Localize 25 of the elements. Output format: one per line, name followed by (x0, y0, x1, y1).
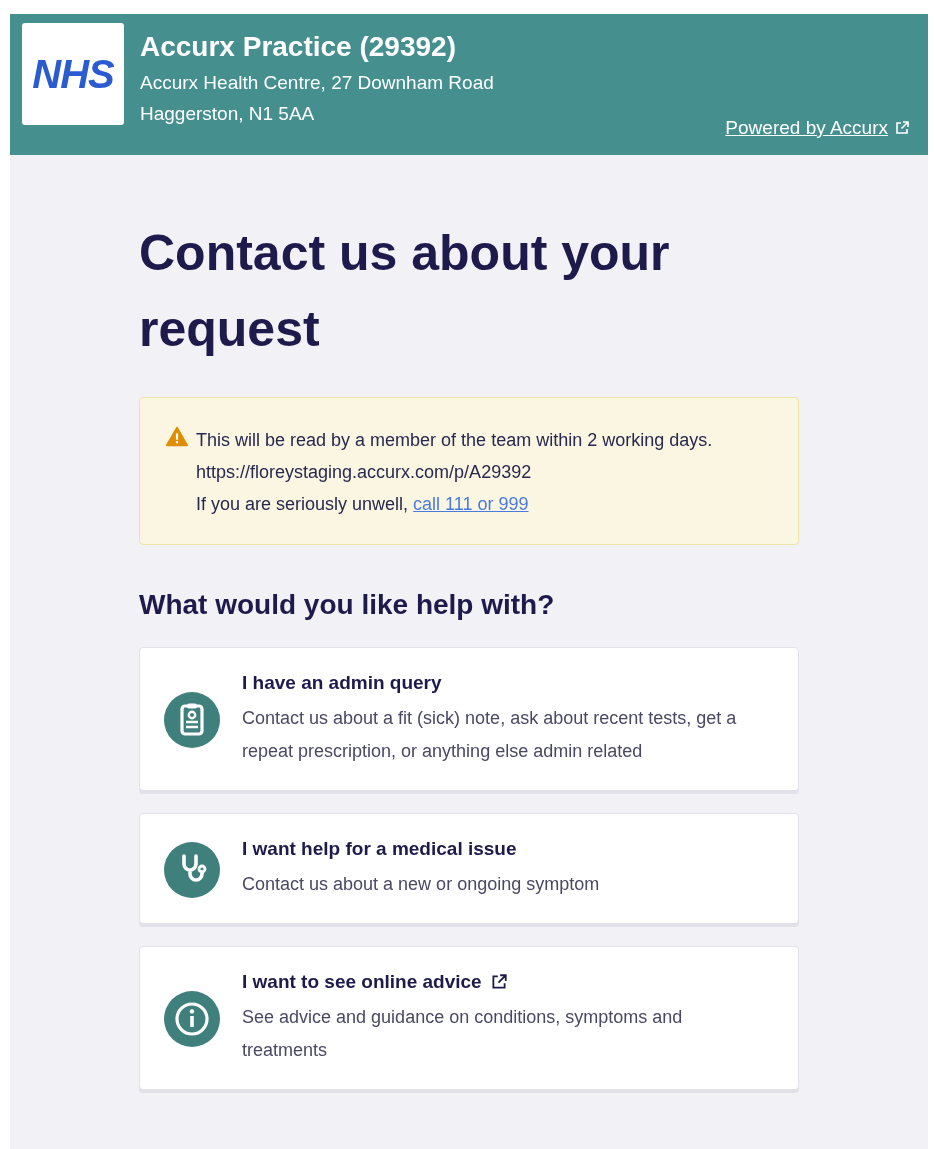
option-card[interactable]: I have an admin query Contact us about a fit (sick) note, ask about recent tests, get a repeat prescription, or anything else admin related (139, 647, 799, 791)
address-line: Accurx Health Centre, 27 Downham Road (140, 72, 495, 94)
alert-message: If you are seriously unwell, call 111 or 999 (196, 493, 530, 516)
info-icon (164, 991, 220, 1047)
external-link-icon (894, 120, 910, 136)
stethoscope-icon (164, 841, 220, 898)
section-heading: What would you like help with? (139, 589, 556, 621)
warning-icon (166, 426, 188, 448)
option-card[interactable]: I want to see online advice See advice and guidance on conditions, symptoms and treatments (139, 946, 799, 1090)
option-card[interactable]: I want help for a medical issue Contact us about a new or ongoing symptom (139, 813, 799, 924)
address-line: Haggerston, N1 5AA (140, 103, 316, 125)
clipboard-icon (164, 692, 220, 748)
option-description: Contact us about a fit (sick) note, ask about recent tests, get a repeat prescription, or anything else admin related (242, 707, 738, 763)
option-title: I want to see online advice (242, 971, 482, 993)
external-link-icon (489, 973, 508, 991)
call-link[interactable]: call 111 or 999 (413, 494, 529, 514)
option-title: I want help for a medical issue (242, 838, 517, 860)
nhs-logo: NHS (22, 23, 124, 125)
alert-message: This will be read by a member of the team within 2 working days. https://floreystaging.accurx.com/p/A29392 (196, 429, 714, 484)
practice-name: Accurx Practice (29392) (140, 31, 457, 63)
option-title: I have an admin query (242, 672, 442, 694)
page-title: Contact us about your request (139, 224, 671, 359)
powered-by-link[interactable]: Powered by Accurx (725, 117, 910, 139)
option-description: See advice and guidance on conditions, symptoms and treatments (242, 1006, 684, 1062)
option-description: Contact us about a new or ongoing symptom (242, 873, 601, 896)
